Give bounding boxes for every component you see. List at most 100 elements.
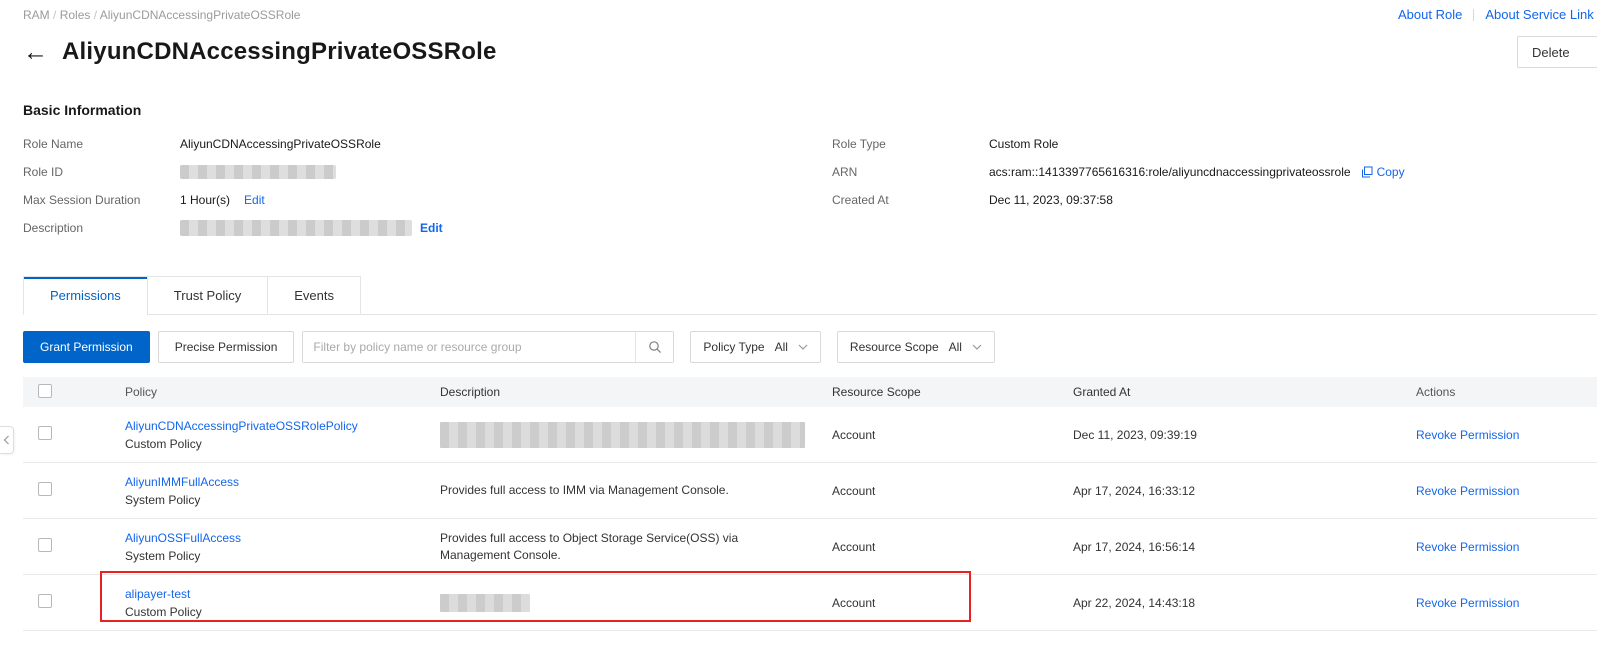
policy-search-input[interactable]: [303, 332, 636, 362]
resource-scope-value: Account: [832, 595, 876, 610]
table-header: Policy Description Resource Scope Grante…: [23, 377, 1597, 407]
search-button[interactable]: [635, 332, 674, 362]
tab-bar: Permissions Trust Policy Events: [0, 276, 1597, 315]
arn-row: ARN acs:ram::1413397765616316:role/aliyu…: [832, 158, 1597, 186]
policy-type-select-value: All: [774, 340, 788, 354]
back-arrow-icon[interactable]: ←: [23, 39, 48, 65]
tab-permissions[interactable]: Permissions: [23, 276, 147, 315]
granted-at-value: Apr 22, 2024, 14:43:18: [1073, 595, 1196, 610]
about-service-linked-role-link[interactable]: About Service Link: [1485, 7, 1593, 22]
breadcrumb-ram[interactable]: RAM: [23, 8, 60, 22]
policy-table-body: AliyunCDNAccessingPrivateOSSRolePolicy C…: [23, 407, 1597, 631]
basic-info-left-column: Role Name AliyunCDNAccessingPrivateOSSRo…: [23, 130, 832, 242]
copy-icon: [1361, 166, 1373, 178]
max-session-label: Max Session Duration: [23, 193, 141, 207]
permissions-toolbar: Grant Permission Precise Permission Poli…: [23, 331, 1597, 363]
resource-scope-value: Account: [832, 483, 876, 498]
description-label: Description: [23, 221, 84, 235]
granted-at-value: Dec 11, 2023, 09:39:19: [1073, 427, 1197, 442]
ram-role-detail-page: RAMRolesAliyunCDNAccessingPrivateOSSRole…: [0, 0, 1597, 631]
policy-name-link[interactable]: alipayer-test: [125, 587, 428, 601]
policy-search: [302, 331, 675, 363]
role-id-redacted: [180, 165, 336, 179]
granted-at-value: Apr 17, 2024, 16:56:14: [1073, 539, 1196, 554]
column-header-granted-at: Granted At: [1073, 385, 1131, 399]
role-name-value: AliyunCDNAccessingPrivateOSSRole: [180, 137, 381, 151]
row-checkbox[interactable]: [38, 482, 52, 496]
resource-scope-select[interactable]: Resource Scope All: [836, 331, 995, 363]
chevron-down-icon: [972, 344, 982, 350]
role-id-row: Role ID: [23, 158, 832, 186]
policy-type-label: System Policy: [125, 548, 201, 563]
table-row: AliyunCDNAccessingPrivateOSSRolePolicy C…: [23, 407, 1597, 463]
policy-type-select-label: Policy Type: [703, 340, 765, 354]
policies-table: Policy Description Resource Scope Grante…: [23, 377, 1597, 631]
column-header-actions: Actions: [1416, 385, 1456, 399]
policy-name-link[interactable]: AliyunIMMFullAccess: [125, 475, 428, 489]
delete-button[interactable]: Delete: [1517, 36, 1597, 68]
role-type-value: Custom Role: [989, 137, 1059, 151]
breadcrumb-roles[interactable]: Roles: [60, 8, 100, 22]
revoke-permission-link[interactable]: Revoke Permission: [1416, 484, 1519, 498]
grant-permission-button[interactable]: Grant Permission: [23, 331, 150, 363]
policy-name-link[interactable]: AliyunCDNAccessingPrivateOSSRolePolicy: [125, 419, 428, 433]
role-name-row: Role Name AliyunCDNAccessingPrivateOSSRo…: [23, 130, 832, 158]
revoke-permission-link[interactable]: Revoke Permission: [1416, 540, 1519, 554]
search-icon: [649, 341, 661, 354]
role-name-label: Role Name: [23, 137, 84, 151]
arn-value: acs:ram::1413397765616316:role/aliyuncdn…: [989, 165, 1351, 179]
role-type-label: Role Type: [832, 137, 886, 151]
policy-type-select[interactable]: Policy Type All: [690, 331, 821, 363]
arn-label: ARN: [832, 165, 858, 179]
table-row: AliyunIMMFullAccess System Policy Provid…: [23, 463, 1597, 519]
policy-type-label: System Policy: [125, 492, 201, 507]
resource-scope-value: Account: [832, 539, 876, 554]
table-row: AliyunOSSFullAccess System Policy Provid…: [23, 519, 1597, 575]
policy-description: Provides full access to Object Storage S…: [440, 530, 739, 562]
created-at-value: Dec 11, 2023, 09:37:58: [989, 193, 1113, 207]
role-id-label: Role ID: [23, 165, 64, 179]
copy-arn-button[interactable]: Copy: [1361, 165, 1405, 179]
sidebar-collapse-button[interactable]: [0, 426, 14, 454]
max-session-value: 1 Hour(s): [180, 193, 231, 207]
revoke-permission-link[interactable]: Revoke Permission: [1416, 428, 1519, 442]
description-row: Description Edit: [23, 214, 832, 242]
resource-scope-select-label: Resource Scope: [849, 340, 939, 354]
created-at-label: Created At: [832, 193, 889, 207]
basic-info-right-column: Role Type Custom Role ARN acs:ram::14133…: [832, 130, 1597, 242]
copy-label: Copy: [1376, 165, 1405, 179]
row-checkbox[interactable]: [38, 594, 52, 608]
column-header-description: Description: [440, 384, 501, 399]
title-row: ← AliyunCDNAccessingPrivateOSSRole Delet…: [23, 34, 1597, 70]
about-role-link[interactable]: About Role: [1398, 7, 1462, 22]
policy-type-label: Custom Policy: [125, 436, 202, 451]
row-checkbox[interactable]: [38, 538, 52, 552]
edit-description-link[interactable]: Edit: [420, 221, 443, 235]
chevron-left-icon: [3, 435, 9, 445]
created-at-row: Created At Dec 11, 2023, 09:37:58: [832, 186, 1597, 214]
redacted-description: [440, 593, 530, 612]
resource-scope-value: Account: [832, 427, 876, 442]
policy-name-link[interactable]: AliyunOSSFullAccess: [125, 531, 428, 545]
edit-session-duration-link[interactable]: Edit: [244, 193, 265, 207]
precise-permission-button[interactable]: Precise Permission: [157, 331, 295, 363]
select-all-checkbox[interactable]: [38, 383, 52, 398]
basic-information: Role Name AliyunCDNAccessingPrivateOSSRo…: [23, 130, 1597, 242]
tab-events[interactable]: Events: [267, 276, 361, 315]
granted-at-value: Apr 17, 2024, 16:33:12: [1073, 483, 1196, 498]
top-bar: RAMRolesAliyunCDNAccessingPrivateOSSRole…: [0, 0, 1597, 24]
basic-information-title: Basic Information: [23, 102, 142, 118]
breadcrumb-current: AliyunCDNAccessingPrivateOSSRole: [99, 8, 301, 22]
revoke-permission-link[interactable]: Revoke Permission: [1416, 596, 1519, 610]
breadcrumb: RAMRolesAliyunCDNAccessingPrivateOSSRole: [23, 8, 1597, 22]
tab-trust-policy[interactable]: Trust Policy: [146, 276, 268, 315]
policy-type-label: Custom Policy: [125, 604, 202, 619]
table-row: alipayer-test Custom Policy Account Apr …: [23, 571, 1597, 631]
link-divider: [1473, 8, 1475, 21]
column-header-policy: Policy: [125, 385, 158, 399]
resource-scope-select-value: All: [948, 340, 962, 354]
chevron-down-icon: [798, 344, 808, 350]
role-type-row: Role Type Custom Role: [832, 130, 1597, 158]
max-session-row: Max Session Duration 1 Hour(s) Edit: [23, 186, 832, 214]
row-checkbox[interactable]: [38, 426, 52, 440]
